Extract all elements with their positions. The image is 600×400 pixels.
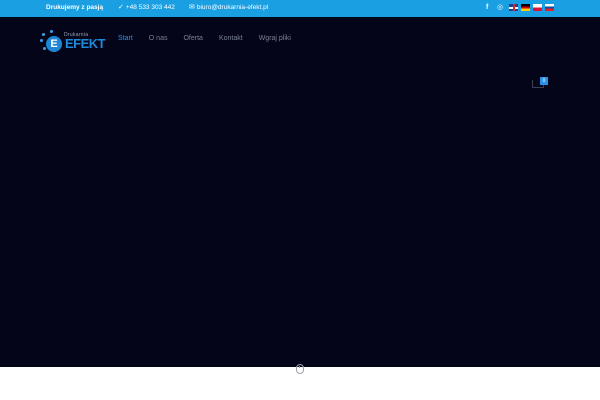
instagram-icon[interactable]: ◎ [497,3,503,13]
nav-item-start[interactable]: Start [118,34,133,44]
phone-link[interactable]: ✓ +48 533 303 442 [118,3,175,13]
hero-section: E Drukarnia EFEKT Start O nas Oferta Kon… [0,17,600,367]
polish-flag-icon[interactable] [533,4,542,11]
nav-item-kontakt[interactable]: Kontakt [219,34,243,44]
logo-dot [50,30,53,33]
tagline: Drukujemy z pasją [46,4,104,11]
phone-icon: ✓ [118,4,124,11]
cart-count-badge: 0 [540,77,548,85]
phone-number: +48 533 303 442 [125,4,175,11]
main-nav: Start O nas Oferta Kontakt Wgraj pliki [118,34,307,44]
logo-dot [43,47,46,50]
facebook-icon[interactable]: f [486,3,488,13]
slovak-flag-icon[interactable] [545,4,554,11]
english-flag-icon[interactable] [509,4,518,11]
site-logo[interactable]: E Drukarnia EFEKT [40,27,106,55]
email-address: biuro@drukarnia-efekt.pl [196,4,269,11]
logo-dot [40,39,43,42]
logo-emblem: E [46,36,62,52]
logo-title: EFEKT [65,36,106,51]
nav-item-o-nas[interactable]: O nas [149,34,168,44]
nav-item-oferta[interactable]: Oferta [183,34,202,44]
german-flag-icon[interactable] [521,4,530,11]
logo-dot [42,33,45,36]
cart-button[interactable]: 0 [532,77,548,89]
mail-icon: ✉ [189,4,195,11]
email-link[interactable]: ✉ biuro@drukarnia-efekt.pl [189,3,268,13]
scroll-down-icon[interactable] [296,364,304,374]
nav-item-wgraj-pliki[interactable]: Wgraj pliki [259,34,291,44]
top-bar: Drukujemy z pasją ✓ +48 533 303 442 ✉ biur… [0,0,600,17]
